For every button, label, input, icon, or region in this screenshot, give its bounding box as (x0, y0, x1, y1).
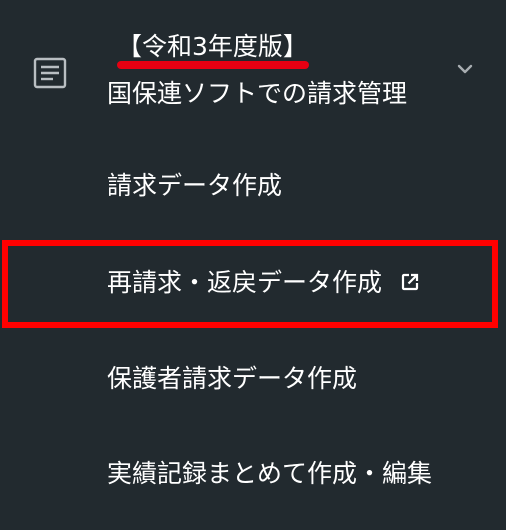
menu-item-guardian-billing-data[interactable]: 保護者請求データ作成 (107, 363, 357, 395)
menu-item-bulk-records[interactable]: 実績記録まとめて作成・編集 (107, 458, 432, 490)
menu-item-label: 請求データ作成 (107, 171, 283, 200)
menu-item-label: 実績記録まとめて作成・編集 (107, 459, 433, 488)
section-title: 【令和3年度版】 (117, 32, 308, 61)
menu-item-rebilling-data[interactable]: 再請求・返戻データ作成 (107, 267, 420, 299)
chevron-down-icon[interactable] (455, 62, 475, 76)
menu-item-label: 再請求・返戻データ作成 (107, 268, 383, 297)
menu-item-create-billing-data[interactable]: 請求データ作成 (107, 170, 282, 202)
menu-item-label: 国保連ソフトでの請求管理 (107, 79, 408, 108)
menu-item-label: 保護者請求データ作成 (107, 364, 358, 393)
menu-item-billing-management[interactable]: 国保連ソフトでの請求管理 (107, 78, 407, 110)
external-link-icon (401, 273, 419, 291)
menu-panel: 【令和3年度版】 国保連ソフトでの請求管理 請求データ作成 再請求・返戻データ作… (0, 0, 506, 530)
title-underline (117, 61, 309, 69)
document-icon (33, 57, 67, 89)
